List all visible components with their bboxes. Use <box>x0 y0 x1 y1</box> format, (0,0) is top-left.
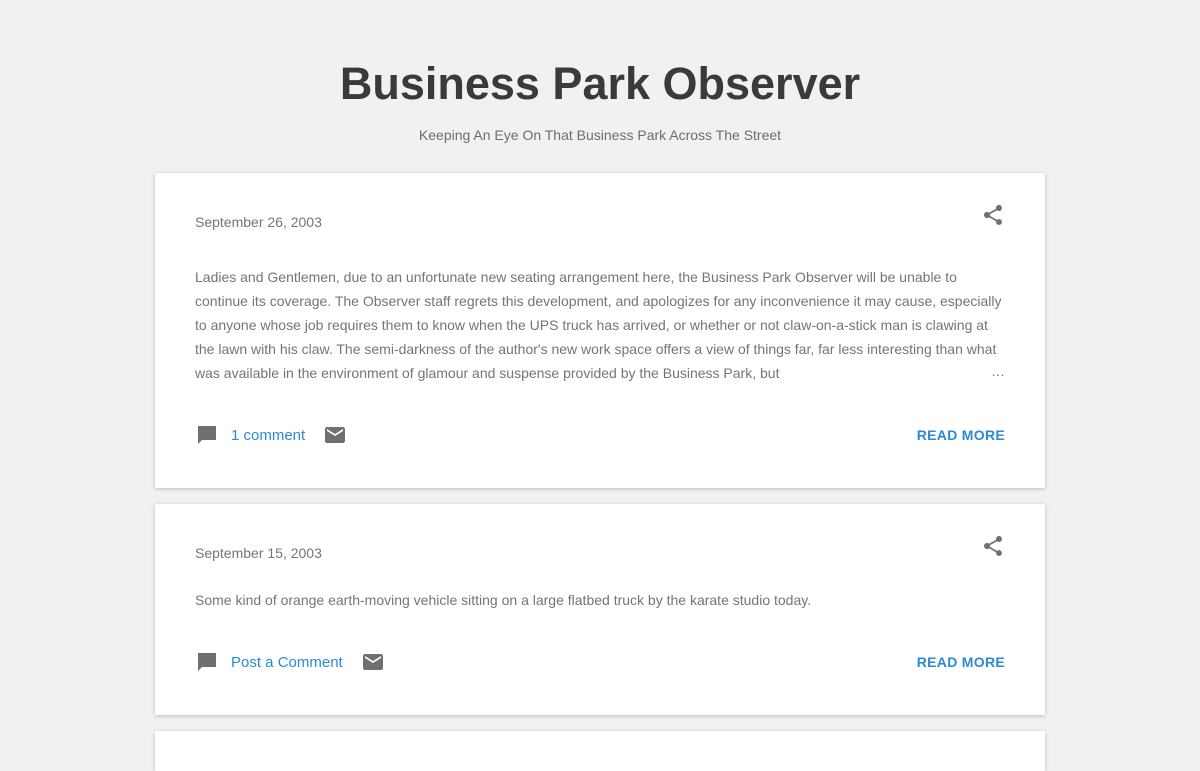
post-date[interactable]: September 26, 2003 <box>195 214 322 230</box>
comment-link[interactable]: 1 comment <box>231 427 305 444</box>
post-date[interactable]: September 15, 2003 <box>195 545 322 561</box>
share-icon[interactable] <box>981 203 1005 227</box>
email-icon[interactable] <box>323 423 347 447</box>
comment-icon[interactable] <box>195 423 219 447</box>
blog-title[interactable]: Business Park Observer <box>0 58 1200 110</box>
post-snippet: Ladies and Gentlemen, due to an unfortun… <box>195 265 1005 385</box>
post-card <box>155 731 1045 771</box>
post-footer: Post a Comment READ MORE <box>195 649 1005 675</box>
snippet-fade: … <box>935 361 1005 385</box>
post-snippet-text: Some kind of orange earth-moving vehicle… <box>195 592 812 608</box>
share-icon[interactable] <box>981 534 1005 558</box>
email-icon[interactable] <box>361 650 385 674</box>
post-snippet: Some kind of orange earth-moving vehicle… <box>195 588 1005 612</box>
post-card: September 15, 2003 Some kind of orange e… <box>155 504 1045 715</box>
snippet-ellipsis: … <box>991 363 1005 379</box>
post-footer: 1 comment READ MORE <box>195 422 1005 448</box>
comment-link[interactable]: Post a Comment <box>231 654 343 671</box>
comment-icon[interactable] <box>195 650 219 674</box>
post-card: September 26, 2003 Ladies and Gentlemen,… <box>155 173 1045 488</box>
read-more-link[interactable]: READ MORE <box>917 427 1005 443</box>
post-list: September 26, 2003 Ladies and Gentlemen,… <box>155 173 1045 771</box>
blog-header: Business Park Observer Keeping An Eye On… <box>0 0 1200 144</box>
blog-description: Keeping An Eye On That Business Park Acr… <box>418 127 782 143</box>
read-more-link[interactable]: READ MORE <box>917 654 1005 670</box>
post-snippet-text: Ladies and Gentlemen, due to an unfortun… <box>195 269 1002 381</box>
